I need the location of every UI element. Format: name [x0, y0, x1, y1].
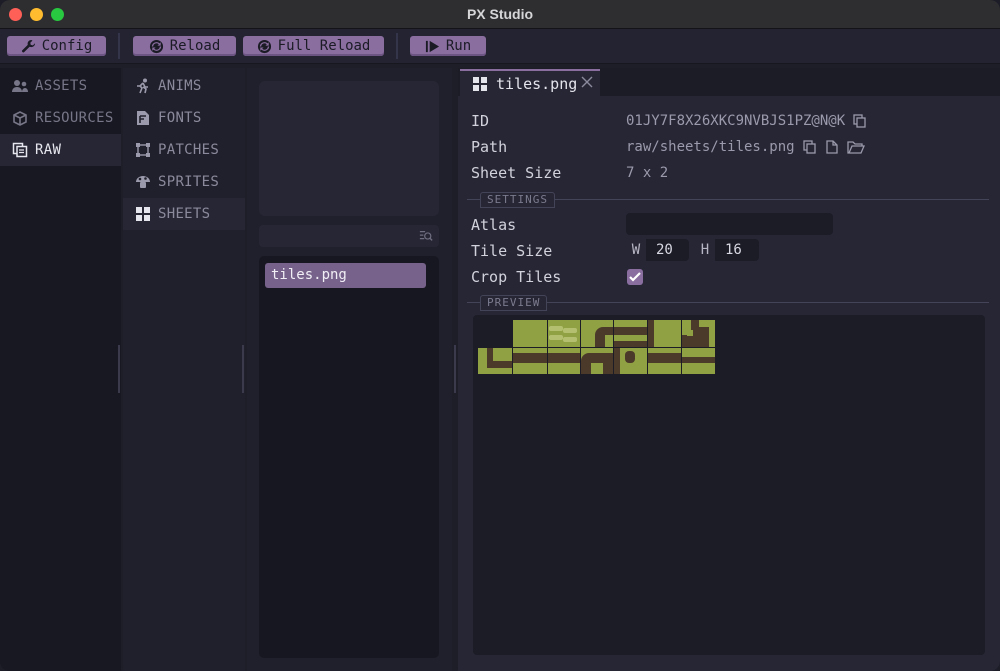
- full-reload-label: Full Reload: [277, 38, 371, 54]
- config-button[interactable]: Config: [7, 36, 106, 56]
- atlas-label: Atlas: [471, 216, 517, 234]
- search-input[interactable]: [259, 225, 439, 247]
- category-label: ANIMS: [158, 78, 202, 94]
- sheet-preview-canvas[interactable]: [473, 315, 985, 655]
- full-reload-button[interactable]: Full Reload: [243, 36, 384, 56]
- tab-strip: tiles.png: [458, 68, 1000, 96]
- section-label: SETTINGS: [480, 192, 555, 208]
- window-title: PX Studio: [466, 6, 534, 22]
- category-item-fonts[interactable]: FONTS: [123, 102, 245, 134]
- category-item-anims[interactable]: ANIMS: [123, 70, 245, 102]
- list-item[interactable]: tiles.png: [265, 263, 426, 288]
- category-label: PATCHES: [158, 142, 220, 158]
- width-key: W: [626, 239, 647, 261]
- mushroom-icon: [134, 173, 152, 191]
- wrench-icon: [21, 39, 35, 52]
- category-label: FONTS: [158, 110, 202, 126]
- checkmark-icon: [629, 272, 641, 282]
- sheet-size-value: 7 x 2: [626, 165, 669, 181]
- sidebar-item-resources[interactable]: RESOURCES: [0, 102, 121, 134]
- sidebar-item-assets[interactable]: ASSETS: [0, 70, 121, 102]
- editor-panel: tiles.png ID 01JY7F8X26XKC9NVBJS1PZ@N@K …: [458, 68, 1000, 671]
- config-label: Config: [41, 38, 93, 54]
- folder-open-icon[interactable]: [846, 140, 865, 154]
- play-icon: [425, 40, 439, 52]
- file-list: tiles.png: [259, 256, 439, 658]
- path-value-row: raw/sheets/tiles.png: [626, 139, 865, 155]
- width-value: 20: [656, 242, 673, 258]
- run-button[interactable]: Run: [410, 36, 486, 56]
- category-label: SHEETS: [158, 206, 211, 222]
- tile-size-label: Tile Size: [471, 242, 553, 260]
- reload-label: Reload: [169, 38, 221, 54]
- category-list: ANIMS FONTS PATCHES SPRITES SHEETS: [123, 68, 245, 671]
- grid-icon: [473, 76, 487, 91]
- tile-sheet-image: [478, 320, 715, 374]
- sheet-size-label: Sheet Size: [471, 164, 562, 182]
- thumbnail-preview: [259, 81, 439, 216]
- font-file-icon: [134, 109, 152, 127]
- tile-width-field[interactable]: W 20: [626, 239, 689, 261]
- category-item-sheets[interactable]: SHEETS: [123, 198, 245, 230]
- toolbar-divider: [396, 33, 398, 59]
- crop-tiles-label: Crop Tiles: [471, 268, 562, 286]
- reload-button[interactable]: Reload: [133, 36, 236, 56]
- toolbar-divider: [118, 33, 120, 59]
- section-label: PREVIEW: [480, 295, 548, 311]
- settings-section-header: SETTINGS: [467, 192, 989, 208]
- copy-icon[interactable]: [853, 114, 867, 128]
- height-value: 16: [725, 242, 742, 258]
- category-label: SPRITES: [158, 174, 220, 190]
- tile-height-field[interactable]: H 16: [695, 239, 759, 261]
- cube-icon: [11, 109, 29, 127]
- running-icon: [134, 77, 152, 95]
- file-icon[interactable]: [825, 140, 839, 154]
- patch-icon: [134, 141, 152, 159]
- atlas-field[interactable]: [626, 213, 833, 235]
- id-value-row: 01JY7F8X26XKC9NVBJS1PZ@N@K: [626, 113, 867, 129]
- copy-icon: [11, 141, 29, 159]
- grid-icon: [134, 205, 152, 223]
- panel-resize-handle[interactable]: [454, 345, 456, 393]
- id-label: ID: [471, 112, 490, 130]
- path-value: raw/sheets/tiles.png: [626, 139, 795, 155]
- app-window: PX Studio Config Reload Full Reload Run …: [0, 0, 1000, 671]
- run-label: Run: [445, 38, 472, 54]
- sidebar-item-label: RESOURCES: [35, 110, 114, 126]
- category-item-sprites[interactable]: SPRITES: [123, 166, 245, 198]
- close-icon[interactable]: [580, 75, 594, 89]
- height-key: H: [695, 239, 716, 261]
- tab-label: tiles.png: [496, 74, 578, 93]
- preview-section-header: PREVIEW: [467, 295, 989, 311]
- users-icon: [11, 77, 29, 95]
- sidebar-item-label: ASSETS: [35, 78, 88, 94]
- title-bar: PX Studio: [0, 0, 1000, 29]
- file-browser: tiles.png: [247, 68, 452, 671]
- sidebar-item-label: RAW: [35, 142, 62, 158]
- path-label: Path: [471, 138, 508, 156]
- reload-icon: [149, 39, 163, 53]
- category-item-patches[interactable]: PATCHES: [123, 134, 245, 166]
- sidebar: ASSETS RESOURCES RAW: [0, 68, 121, 671]
- copy-icon[interactable]: [802, 140, 817, 154]
- panel-resize-handle[interactable]: [118, 345, 120, 393]
- search-icon: [419, 231, 433, 241]
- id-value: 01JY7F8X26XKC9NVBJS1PZ@N@K: [626, 113, 846, 129]
- reload-icon: [257, 39, 271, 53]
- panel-resize-handle[interactable]: [242, 345, 244, 393]
- toolbar: Config Reload Full Reload Run: [0, 29, 1000, 64]
- crop-tiles-checkbox[interactable]: [627, 269, 643, 285]
- sidebar-item-raw[interactable]: RAW: [0, 134, 121, 166]
- tab-tiles-png[interactable]: tiles.png: [460, 69, 600, 96]
